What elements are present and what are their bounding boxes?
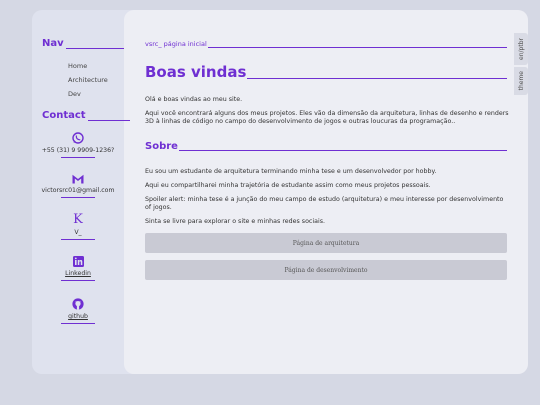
contact-separator xyxy=(61,239,95,240)
nav-item-dev[interactable]: Dev xyxy=(68,90,81,98)
about-paragraph: Eu sou um estudante de arquitetura termi… xyxy=(145,168,437,175)
about-heading-underline xyxy=(178,150,507,151)
page-title: Boas vindas xyxy=(145,63,507,81)
gmail-address: victorsrc01@gmail.com xyxy=(41,187,115,194)
github-link[interactable]: github xyxy=(32,313,124,320)
language-toggle-label: en/ptbr xyxy=(517,38,525,60)
contact-github[interactable]: github xyxy=(32,298,124,324)
contact-gmail[interactable]: victorsrc01@gmail.com xyxy=(32,174,124,198)
nav-item-architecture[interactable]: Architecture xyxy=(68,76,108,84)
theme-toggle-label: theme xyxy=(517,71,525,91)
contact-k[interactable]: K V_ xyxy=(32,212,124,240)
contact-heading: Contact xyxy=(42,110,130,121)
page-title-label: Boas vindas xyxy=(145,63,247,81)
about-paragraph: Sinta se livre para explorar o site e mi… xyxy=(145,218,326,225)
k-handle: V_ xyxy=(74,229,82,236)
page-title-underline xyxy=(247,78,507,79)
theme-toggle[interactable]: theme xyxy=(514,67,528,95)
breadcrumb-label: vsrc_ página inicial xyxy=(145,40,207,48)
breadcrumb-underline xyxy=(207,46,507,48)
nav-item-home[interactable]: Home xyxy=(68,62,87,70)
contact-whatsapp[interactable]: +55 (31) 9 9909-1236? xyxy=(32,132,124,158)
contact-heading-underline xyxy=(87,120,130,121)
contact-separator xyxy=(61,323,95,324)
nav-heading-underline xyxy=(65,48,124,49)
contact-linkedin[interactable]: Linkedin xyxy=(32,256,124,281)
linkedin-link[interactable]: Linkedin xyxy=(32,270,124,277)
contact-separator xyxy=(61,197,95,198)
about-paragraph: Aqui eu compartilharei minha trajetória … xyxy=(145,182,431,189)
whatsapp-number: +55 (31) 9 9909-1236? xyxy=(41,147,115,154)
contact-separator xyxy=(61,280,95,281)
intro-paragraph: Olá e boas vindas ao meu site. xyxy=(145,96,243,103)
about-heading-label: Sobre xyxy=(145,141,178,152)
language-toggle[interactable]: en/ptbr xyxy=(514,33,528,65)
about-paragraph: Spoiler alert: minha tese é a junção do … xyxy=(145,196,504,211)
nav-heading: Nav xyxy=(42,38,124,49)
whatsapp-icon xyxy=(32,132,124,144)
contact-heading-label: Contact xyxy=(42,110,86,121)
nav-heading-label: Nav xyxy=(42,38,64,49)
contact-separator xyxy=(61,157,95,158)
about-heading: Sobre xyxy=(145,141,507,152)
development-page-button[interactable]: Página de desenvolvimento xyxy=(145,260,507,280)
intro-paragraph: Aqui você encontrará alguns dos meus pro… xyxy=(145,110,509,125)
breadcrumb: vsrc_ página inicial xyxy=(145,40,507,48)
gmail-icon xyxy=(32,174,124,184)
architecture-page-button[interactable]: Página de arquitetura xyxy=(145,233,507,253)
linkedin-icon xyxy=(32,256,124,267)
github-icon xyxy=(32,298,124,310)
k-icon: K xyxy=(73,212,83,227)
